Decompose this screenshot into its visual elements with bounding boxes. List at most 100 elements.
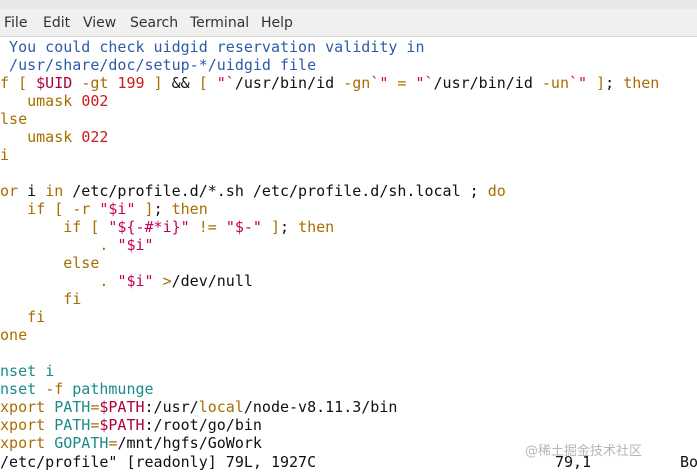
code-token: i <box>18 182 46 200</box>
code-token: [ <box>18 74 28 92</box>
code-token: if <box>0 74 10 92</box>
menu-help[interactable]: Help <box>261 15 293 31</box>
code-token: "` <box>216 74 235 92</box>
code-token: umask <box>27 92 73 110</box>
watermark: @稀土掘金技术社区 <box>525 444 643 459</box>
menu-file[interactable]: File <box>4 15 27 31</box>
code-line: fi <box>0 290 81 308</box>
code-line: done <box>0 326 27 344</box>
code-line: if [ -r "$i" ]; then <box>0 200 208 218</box>
code-token: /usr/bin/id <box>234 74 335 92</box>
code-token: done <box>0 326 28 344</box>
code-token: else <box>63 254 100 272</box>
status-message: "/etc/profile" [readonly] 79L, 1927C <box>0 453 317 471</box>
code-line: export PATH=$PATH:/usr/local/node-v8.11.… <box>0 398 397 416</box>
scroll-indicator: Bo <box>680 453 697 471</box>
code-token: export <box>0 416 46 434</box>
menu-edit[interactable]: Edit <box>43 15 70 31</box>
code-token: != <box>198 218 217 236</box>
code-line: else <box>0 110 27 128</box>
code-token: local <box>198 398 244 416</box>
code-token: ] <box>596 74 606 92</box>
code-token: [ <box>198 74 208 92</box>
code-token: $PATH <box>99 398 145 416</box>
code-token: `" <box>370 74 389 92</box>
code-line: umask 002 <box>0 92 108 110</box>
code-line: if [ "${-#*i}" != "$-" ]; then <box>0 218 334 236</box>
code-token: "$-" <box>225 218 262 236</box>
code-token: ; <box>605 74 624 92</box>
menu-terminal[interactable]: Terminal <box>190 15 249 31</box>
code-line: umask 022 <box>0 128 108 146</box>
code-line: fi <box>0 146 9 164</box>
code-token: -gt <box>81 74 109 92</box>
code-token: i <box>45 362 55 380</box>
code-token: export <box>0 398 46 416</box>
code-token: if <box>27 200 46 218</box>
code-token: /dev/null <box>171 272 253 290</box>
code-token: fi <box>63 290 82 308</box>
code-line: if [ $UID -gt 199 ] && [ "`/usr/bin/id -… <box>0 74 659 92</box>
menu-search[interactable]: Search <box>130 15 178 31</box>
menu-bar: File Edit View Search Terminal Help <box>0 9 697 37</box>
vim-editor-area[interactable]: # You could check uidgid reservation val… <box>0 37 697 472</box>
code-token: do <box>487 182 506 200</box>
code-token: ] <box>144 200 154 218</box>
code-token: PATH <box>54 416 91 434</box>
code-token: umask <box>27 128 73 146</box>
code-line: for i in /etc/profile.d/*.sh /etc/profil… <box>0 182 506 200</box>
code-token: /mnt/hgfs/GoWork <box>117 434 262 452</box>
code-token: "$i" <box>117 236 154 254</box>
code-token: ; <box>280 218 299 236</box>
code-token: "${-#*i}" <box>108 218 190 236</box>
code-token: if <box>63 218 82 236</box>
code-token: for <box>0 182 19 200</box>
code-line: # You could check uidgid reservation val… <box>0 38 424 56</box>
code-token: "$i" <box>117 272 154 290</box>
code-line: . "$i" >/dev/null <box>0 272 253 290</box>
code-token: :/usr/ <box>144 398 199 416</box>
code-line: export GOPATH=/mnt/hgfs/GoWork <box>0 434 262 452</box>
code-token: then <box>171 200 208 218</box>
code-token: unset <box>0 362 37 380</box>
code-token: /etc/profile.d/*.sh /etc/profile.d/sh.lo… <box>63 182 488 200</box>
code-token: # You could check uidgid reservation val… <box>0 38 425 56</box>
code-token: 022 <box>81 128 109 146</box>
code-token: else <box>0 110 28 128</box>
code-line: unset -f pathmunge <box>0 380 154 398</box>
terminal-window: File Edit View Search Terminal Help # Yo… <box>0 0 697 472</box>
code-token: in <box>45 182 64 200</box>
code-line: unset i <box>0 362 54 380</box>
code-token: $UID <box>36 74 73 92</box>
code-token: then <box>298 218 335 236</box>
code-token: # /usr/share/doc/setup-*/uidgid file <box>0 56 317 74</box>
menu-view[interactable]: View <box>83 15 116 31</box>
code-line: else <box>0 254 99 272</box>
code-token: ; <box>153 200 172 218</box>
code-token: -un <box>541 74 569 92</box>
